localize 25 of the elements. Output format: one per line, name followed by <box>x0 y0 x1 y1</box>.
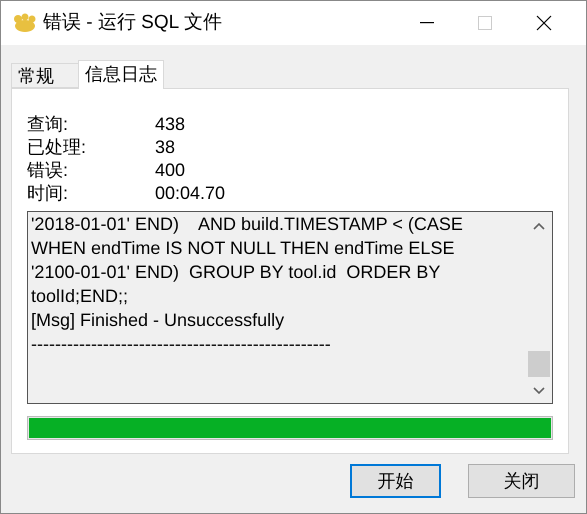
tab[interactable]: 常规 <box>11 63 78 88</box>
stat-label: 错误: <box>27 159 70 182</box>
window-title: 错误 - 运行 SQL 文件 <box>43 10 222 35</box>
stat-value: 38 <box>155 136 176 159</box>
app-icon <box>13 13 37 33</box>
log-line: '2100-01-01' END) GROUP BY tool.id ORDER BY <box>31 261 440 284</box>
stat-label: 时间: <box>27 182 70 205</box>
stat-value: 438 <box>155 113 186 136</box>
tab[interactable]: 信息日志 <box>78 60 164 89</box>
minimize-icon[interactable] <box>420 22 434 24</box>
log-line: WHEN endTime IS NOT NULL THEN endTime ELSE <box>31 237 454 260</box>
log-line: toolId;END;; <box>31 285 128 308</box>
log-line: '2018-01-01' END) AND build.TIMESTAMP < (CASE <box>31 213 463 236</box>
scroll-up-icon[interactable] <box>533 222 545 230</box>
close-icon[interactable] <box>536 15 552 31</box>
scroll-down-icon[interactable] <box>533 387 545 395</box>
stat-label: 已处理: <box>27 136 88 159</box>
stat-label: 查询: <box>27 113 70 136</box>
log-line: -------------------------------------------------- <box>31 333 331 356</box>
scroll-thumb[interactable] <box>528 351 550 377</box>
dialog-button[interactable]: 关闭 <box>468 464 575 498</box>
stat-value: 400 <box>155 159 186 182</box>
dialog-button[interactable]: 开始 <box>350 464 441 498</box>
log-line: [Msg] Finished - Unsuccessfully <box>31 309 284 332</box>
stat-value: 00:04.70 <box>155 182 226 205</box>
